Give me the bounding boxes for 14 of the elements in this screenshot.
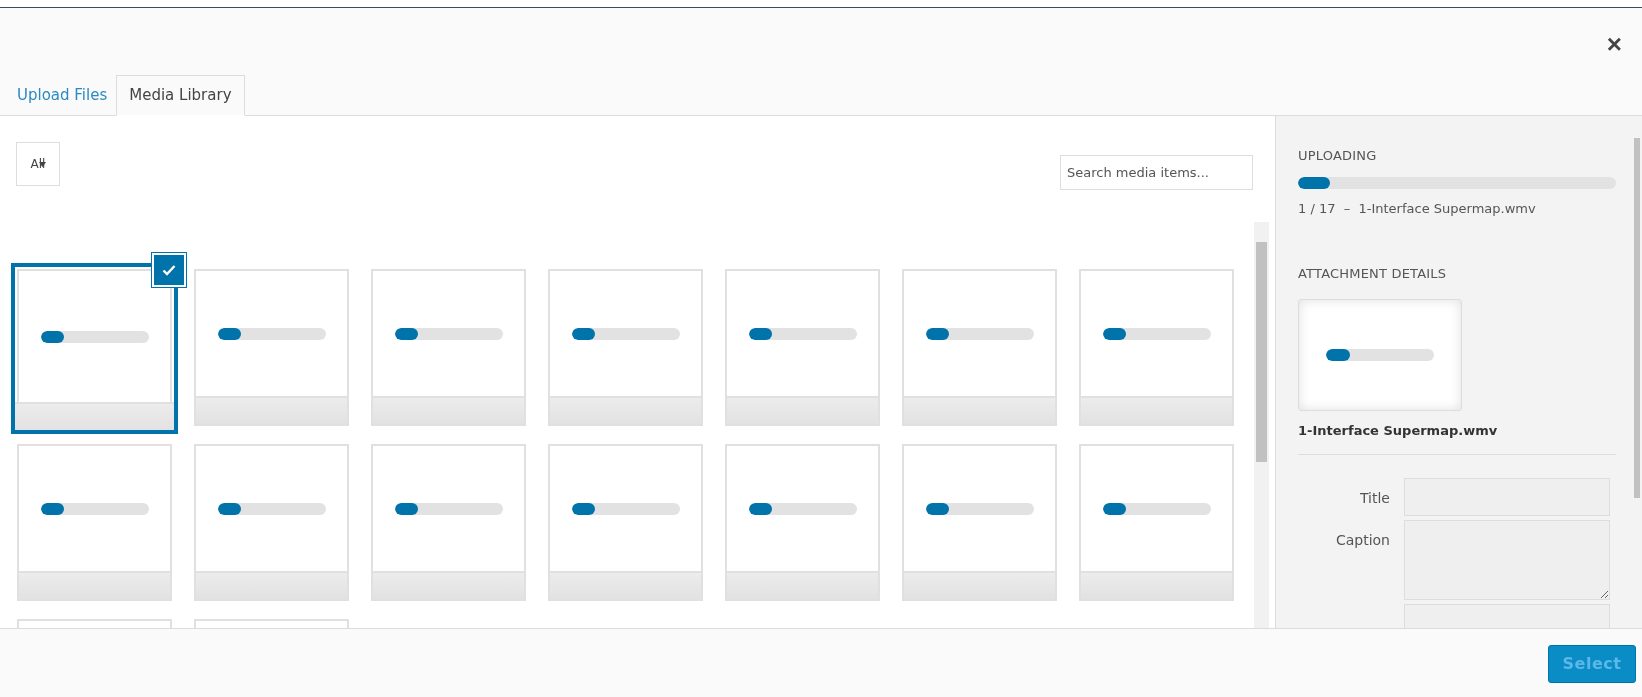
scrollbar[interactable] (1254, 222, 1269, 628)
section-heading: UPLOADING (1298, 148, 1378, 163)
tab[interactable]: Upload Files (8, 75, 117, 116)
field-label: Caption (1334, 531, 1390, 550)
section-heading: ATTACHMENT DETAILS (1298, 266, 1448, 281)
search-field[interactable]: Search media items... (1060, 155, 1253, 190)
field-label: Title (1359, 489, 1390, 508)
file-name: 1-Interface Supermap.wmv (1298, 423, 1499, 438)
check-badge[interactable] (152, 253, 186, 287)
media-tile[interactable] (11, 263, 178, 434)
tab[interactable]: Media Library (116, 75, 245, 116)
upload-status: 1 / 17 – 1-Interface Supermap.wmv (1298, 201, 1537, 216)
close-button[interactable]: × (1602, 32, 1626, 56)
caption-field[interactable] (1404, 520, 1610, 600)
